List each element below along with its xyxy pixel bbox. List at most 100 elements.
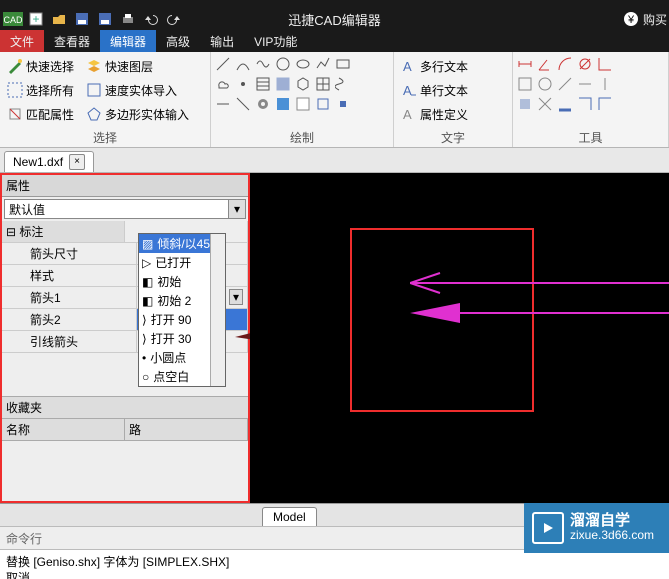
buy-label: 购买 <box>643 11 667 28</box>
ribbon-title-draw: 绘制 <box>215 129 389 147</box>
menu-vip[interactable]: VIP功能 <box>244 30 307 52</box>
arrow-dropdown-popup: ▨ 倾斜/以45 ▷ 已打开 ◧ 初始 ◧ 初始 2 ⟩ 打开 90 ⟩ 打开 … <box>138 233 226 387</box>
select-icon <box>7 82 23 98</box>
ribbon-group-draw: 绘制 <box>211 52 394 147</box>
arc-icon[interactable] <box>235 56 251 72</box>
arrow-shape-filled <box>410 298 669 328</box>
svg-text:A: A <box>403 59 412 74</box>
titlebar <box>0 0 669 8</box>
tool-c-icon[interactable] <box>557 76 573 92</box>
menu-file[interactable]: 文件 <box>0 30 44 52</box>
svg-text:+: + <box>32 12 39 26</box>
document-tab[interactable]: New1.dxf × <box>4 151 94 172</box>
save-icon[interactable] <box>71 9 93 29</box>
ins-icon[interactable] <box>335 96 351 112</box>
buy-button[interactable]: ¥ 购买 <box>623 8 667 30</box>
tool-j-icon[interactable] <box>597 96 613 112</box>
tool-b-icon[interactable] <box>537 76 553 92</box>
rect-icon[interactable] <box>335 56 351 72</box>
close-icon[interactable]: × <box>69 154 85 170</box>
ord-icon[interactable] <box>597 56 613 72</box>
default-input[interactable] <box>4 199 246 219</box>
cmd-line: 取消 <box>6 570 663 579</box>
svg-text:A: A <box>403 83 412 98</box>
3d-icon[interactable] <box>295 76 311 92</box>
ribbon-title-select: 选择 <box>4 129 206 147</box>
tool-g-icon[interactable] <box>537 96 553 112</box>
stext-button[interactable]: A单行文本 <box>398 80 471 100</box>
ribbon-group-tools: 工具 <box>513 52 669 147</box>
select-all-button[interactable]: 选择所有 <box>4 80 77 100</box>
fill-icon[interactable] <box>275 96 291 112</box>
wand-icon <box>7 58 23 74</box>
quick-select-button[interactable]: 快速选择 <box>4 56 77 76</box>
default-dropdown[interactable]: ▾ <box>4 199 246 219</box>
quick-layer-button[interactable]: 快速图层 <box>83 56 192 76</box>
hatch-icon[interactable] <box>255 76 271 92</box>
cloud-icon[interactable] <box>215 76 231 92</box>
menu-output[interactable]: 输出 <box>200 30 244 52</box>
dropdown-scrollbar[interactable] <box>210 234 225 386</box>
command-output: 替换 [Geniso.shx] 字体为 [SIMPLEX.SHX] 取消 <box>0 549 669 579</box>
ray-icon[interactable] <box>215 96 231 112</box>
stext-icon: A <box>401 82 417 98</box>
cmd-line: 替换 [Geniso.shx] 字体为 [SIMPLEX.SHX] <box>6 554 663 570</box>
watermark-title: 溜溜自学 <box>570 514 654 528</box>
helix-icon[interactable] <box>335 76 351 92</box>
model-tab[interactable]: Model <box>262 507 317 526</box>
properties-panel: 属性 ▾ ⊟ 标注 箭头尺寸2.5 样式STANDARD 箭头1▨ 倾斜/以45… <box>0 173 250 503</box>
ellipse-icon[interactable] <box>295 56 311 72</box>
entity-import-button[interactable]: 速度实体导入 <box>83 80 192 100</box>
chevron-down-icon[interactable]: ▾ <box>228 200 245 218</box>
point-icon[interactable] <box>235 76 251 92</box>
menu-advanced[interactable]: 高级 <box>156 30 200 52</box>
line-icon[interactable] <box>215 56 231 72</box>
wipeout-icon[interactable] <box>295 96 311 112</box>
tool-f-icon[interactable] <box>517 96 533 112</box>
document-tab-label: New1.dxf <box>13 155 63 169</box>
entity-icon <box>86 82 102 98</box>
saveas-icon[interactable] <box>94 9 116 29</box>
mtext-button[interactable]: A多行文本 <box>398 56 471 76</box>
menu-viewer[interactable]: 查看器 <box>44 30 100 52</box>
fav-columns: 名称路 <box>2 419 248 441</box>
play-icon <box>532 512 564 544</box>
ribbon: 快速选择 选择所有 匹配属性 快速图层 速度实体导入 多边形实体输入 选择 <box>0 52 669 148</box>
open-icon[interactable] <box>48 9 70 29</box>
cad-logo: CAD <box>2 9 24 29</box>
region-icon[interactable] <box>275 76 291 92</box>
circle-icon[interactable] <box>275 56 291 72</box>
menu-bar: 文件 查看器 编辑器 高级 输出 VIP功能 <box>0 30 669 52</box>
tool-h-icon[interactable] <box>557 96 573 112</box>
radius-icon[interactable] <box>557 56 573 72</box>
tool-e-icon[interactable] <box>597 76 613 92</box>
spline-icon[interactable] <box>255 56 271 72</box>
tool-d-icon[interactable] <box>577 76 593 92</box>
diam-icon[interactable] <box>577 56 593 72</box>
block-icon[interactable] <box>315 96 331 112</box>
ribbon-title-tools: 工具 <box>517 129 664 147</box>
polyline-icon[interactable] <box>315 56 331 72</box>
drawing-canvas[interactable] <box>250 173 669 503</box>
svg-text:CAD: CAD <box>3 15 23 25</box>
ribbon-group-text: A多行文本 A单行文本 A属性定义 文字 <box>394 52 513 147</box>
dim-icon[interactable] <box>517 56 533 72</box>
redo-icon[interactable] <box>163 9 185 29</box>
attrdef-button[interactable]: A属性定义 <box>398 104 471 124</box>
mtext-icon: A <box>401 58 417 74</box>
xline-icon[interactable] <box>235 96 251 112</box>
angle-icon[interactable] <box>537 56 553 72</box>
donut-icon[interactable] <box>255 96 271 112</box>
svg-text:¥: ¥ <box>627 14 635 26</box>
tool-i-icon[interactable] <box>577 96 593 112</box>
match-props-button[interactable]: 匹配属性 <box>4 104 77 124</box>
undo-icon[interactable] <box>140 9 162 29</box>
print-icon[interactable] <box>117 9 139 29</box>
new-icon[interactable]: + <box>25 9 47 29</box>
poly-input-button[interactable]: 多边形实体输入 <box>83 104 192 124</box>
menu-editor[interactable]: 编辑器 <box>100 30 156 52</box>
tool-a-icon[interactable] <box>517 76 533 92</box>
document-tabbar: New1.dxf × <box>0 148 669 173</box>
table-icon[interactable] <box>315 76 331 92</box>
watermark-url: zixue.3d66.com <box>570 528 654 542</box>
